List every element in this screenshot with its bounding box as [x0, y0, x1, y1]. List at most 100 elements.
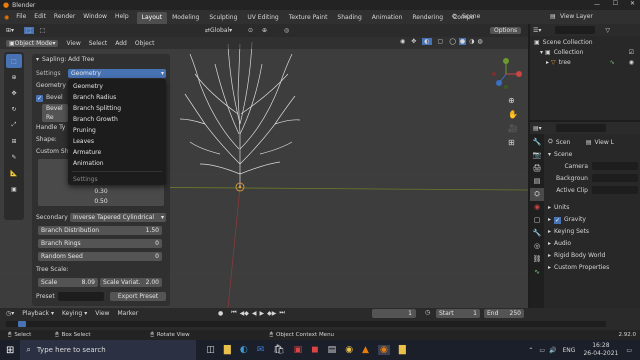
tab-animation[interactable]: Animation [367, 12, 408, 24]
tab-uv-editing[interactable]: UV Editing [242, 12, 283, 24]
shape-value-2[interactable]: 0.50 [38, 197, 164, 206]
outliner-search-input[interactable] [555, 26, 596, 34]
tree-object[interactable] [179, 41, 301, 187]
object-mode-selector[interactable]: ▣ Object Mode ▾ [6, 39, 59, 47]
maximize-icon[interactable]: ☐ [613, 0, 618, 7]
add-cube-tool-icon[interactable]: ▣ [6, 182, 22, 196]
active-clip-field[interactable] [592, 186, 638, 194]
gravity-checkbox[interactable]: ✓ [554, 216, 562, 224]
timeline-menu-marker[interactable]: Marker [117, 310, 138, 317]
properties-search-input[interactable] [555, 124, 606, 132]
chrome-icon[interactable]: ◉ [345, 345, 353, 355]
file-explorer-icon[interactable]: ▇ [224, 345, 231, 355]
camera-view-icon[interactable]: 🎥 [508, 122, 526, 136]
menu-help[interactable]: Help [111, 10, 133, 24]
transform-orientation[interactable]: ⇄ Global ▾ [205, 27, 232, 34]
data-tab-icon[interactable]: ∿ [530, 266, 544, 279]
timeline-scrubber[interactable] [6, 321, 606, 327]
mail-icon[interactable]: ✉ [257, 345, 265, 355]
close-icon[interactable]: ✕ [630, 0, 635, 7]
tool-tab-icon[interactable]: 🔧 [530, 136, 544, 149]
menu-edit[interactable]: Edit [30, 10, 50, 24]
visibility-icon[interactable]: ◉ [400, 38, 405, 45]
start-frame-field[interactable]: Start 1 [436, 309, 480, 318]
filter-icon[interactable]: ▽ [605, 27, 610, 34]
secondary-select[interactable]: Inverse Tapered Cylindrical ▾ [70, 213, 166, 222]
photos-icon[interactable]: ▤ [328, 345, 337, 355]
task-view-icon[interactable]: ◫ [206, 345, 215, 355]
branch-rings-field[interactable]: Branch Rings 0 [38, 239, 162, 248]
menu-object[interactable]: Object [135, 40, 155, 47]
menu-view[interactable]: View [66, 40, 80, 47]
object-tab-icon[interactable]: ▢ [530, 214, 544, 227]
overlay-icon[interactable]: ◐ [422, 38, 432, 45]
shape-value-1[interactable]: 0.30 [38, 187, 164, 196]
notification-icon[interactable]: ▭ [626, 347, 632, 354]
tab-rendering[interactable]: Rendering [407, 12, 448, 24]
tab-layout[interactable]: Layout [136, 11, 168, 24]
tab-sculpting[interactable]: Sculpting [204, 12, 242, 24]
volume-icon[interactable]: 🔊 [549, 347, 556, 354]
pivot-icon[interactable]: ⊙ [248, 27, 253, 34]
menu-item-geometry[interactable]: Geometry [68, 81, 166, 92]
timeline-menu-playback[interactable]: Playback [22, 310, 49, 317]
tab-shading[interactable]: Shading [332, 12, 366, 24]
select-box-icon[interactable]: ⬚ [24, 27, 34, 34]
store-icon[interactable]: 🛍 [273, 345, 284, 355]
play-icon[interactable]: ▶ [260, 310, 265, 317]
view-layer-tab-icon[interactable]: ▤ [530, 175, 544, 188]
rotate-tool-icon[interactable]: ↻ [6, 102, 22, 116]
outliner-editor-icon[interactable]: ☰▾ [533, 27, 541, 34]
menu-window[interactable]: Window [79, 10, 111, 24]
visibility-eye-icon[interactable]: ◉ [629, 58, 634, 68]
clock[interactable]: 16:28 26-04-2021 [583, 342, 618, 358]
annotate-tool-icon[interactable]: ✎ [6, 150, 22, 164]
world-tab-icon[interactable]: ◉ [530, 201, 544, 214]
measure-tool-icon[interactable]: 📐 [6, 166, 22, 180]
view-layer-selector[interactable]: View Layer [560, 10, 593, 24]
pan-hand-icon[interactable]: ✋ [508, 108, 526, 122]
timeline-menu-view[interactable]: View [95, 310, 109, 317]
jump-end-icon[interactable]: ⏭ [279, 309, 284, 317]
vlc-icon[interactable]: ▲ [362, 345, 369, 355]
rendered-icon[interactable]: ◍ [477, 38, 482, 45]
tab-modeling[interactable]: Modeling [167, 12, 204, 24]
panel-header[interactable]: ▾ Sapling: Add Tree [32, 54, 170, 65]
constraint-tab-icon[interactable]: ⛓ [530, 253, 544, 266]
scale-variation-field[interactable]: Scale Variat. 2.00 [100, 278, 162, 287]
menu-item-branch-growth[interactable]: Branch Growth [68, 114, 166, 125]
blender-taskbar-icon[interactable]: ◉ [377, 345, 390, 355]
render-tab-icon[interactable]: 📷 [530, 149, 544, 162]
prev-key-icon[interactable]: ◀◆ [240, 310, 249, 317]
editor-type-icon[interactable]: ⊞▾ [6, 27, 14, 34]
menu-select[interactable]: Select [89, 40, 108, 47]
folder-icon[interactable]: ▇ [399, 345, 406, 355]
app-icon[interactable]: ▣ [294, 345, 303, 355]
timeline-menu-keying[interactable]: Keying [62, 310, 82, 317]
current-frame-field[interactable]: 1 [372, 309, 416, 318]
random-seed-field[interactable]: Random Seed 0 [38, 252, 162, 261]
physics-tab-icon[interactable]: ◎ [530, 240, 544, 253]
camera-field[interactable] [592, 162, 638, 170]
scene-tab-icon[interactable]: ⛭ [530, 188, 544, 201]
xray-icon[interactable]: ▢ [438, 38, 444, 45]
menu-item-armature[interactable]: Armature [68, 147, 166, 158]
gizmo-icon[interactable]: ✥ [411, 38, 416, 45]
audio-panel[interactable]: ▸ Audio [548, 238, 640, 250]
windows-start-icon[interactable]: ⊞ [6, 345, 14, 356]
record-icon[interactable]: ● [218, 310, 223, 317]
settings-select[interactable]: Geometry ▾ [68, 68, 166, 78]
timeline-editor-icon[interactable]: ◷▾ [6, 310, 14, 317]
outliner-collection[interactable]: ▾ ▣ Collection ☑ [534, 48, 640, 58]
scale-tool-icon[interactable]: ⤢ [6, 118, 22, 132]
scene-panel-header[interactable]: ▾ Scene [548, 151, 640, 158]
bevel-resolution-field[interactable]: Bevel Re [42, 104, 68, 122]
menu-item-animation[interactable]: Animation [68, 158, 166, 169]
tab-texture-paint[interactable]: Texture Paint [284, 12, 333, 24]
outliner-scene-collection[interactable]: ▣ Scene Collection [534, 38, 640, 48]
wireframe-icon[interactable]: ◯ [449, 38, 456, 45]
menu-add[interactable]: Add [115, 40, 127, 47]
modifier-tab-icon[interactable]: 🔧 [530, 227, 544, 240]
next-key-icon[interactable]: ◆▶ [267, 310, 276, 317]
network-icon[interactable]: ▭ [539, 347, 545, 354]
